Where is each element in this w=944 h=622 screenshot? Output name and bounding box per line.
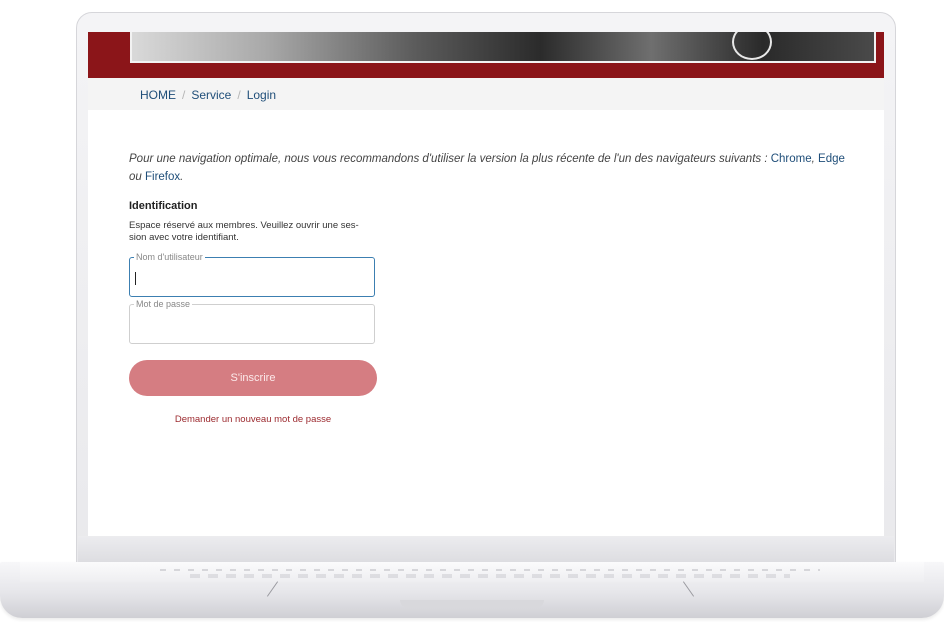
identification-title: Identification xyxy=(129,200,198,212)
header-banner xyxy=(88,32,884,78)
username-label: Nom d'utilisateur xyxy=(134,252,205,263)
breadcrumb: HOME / Service / Login xyxy=(140,88,276,102)
notice-period: . xyxy=(180,171,184,183)
laptop-bezel xyxy=(78,536,894,564)
breadcrumb-current: Login xyxy=(246,88,277,102)
breadcrumb-service-link[interactable]: Service xyxy=(191,88,231,102)
notice-or: ou xyxy=(129,171,145,183)
password-field[interactable]: Mot de passe xyxy=(129,299,375,344)
text-caret xyxy=(135,272,136,285)
breadcrumb-home-link[interactable]: HOME xyxy=(140,88,176,102)
notice-text: Pour une navigation optimale, nous vous … xyxy=(129,153,771,165)
chrome-link[interactable]: Chrome xyxy=(771,153,812,165)
browser-screen: HOME / Service / Login Pour une navigation o… xyxy=(88,32,884,536)
breadcrumb-separator: / xyxy=(237,88,241,102)
firefox-link[interactable]: Firefox xyxy=(145,171,180,183)
keyboard-keys-row xyxy=(190,574,790,578)
forgot-password-link[interactable]: Demander un nouveau mot de passe xyxy=(129,414,377,425)
laptop-notch xyxy=(400,600,544,608)
breadcrumb-separator: / xyxy=(182,88,186,102)
identification-description: Espace réservé aux membres. Veuillez ouv… xyxy=(129,220,359,243)
header-photo xyxy=(130,32,876,63)
password-input[interactable] xyxy=(136,317,366,335)
username-field[interactable]: Nom d'utilisateur xyxy=(129,252,375,297)
breadcrumb-bar: HOME / Service / Login xyxy=(88,78,884,110)
emblem-logo xyxy=(732,32,772,60)
edge-link[interactable]: Edge xyxy=(818,153,845,165)
username-input[interactable] xyxy=(136,270,366,288)
submit-button[interactable]: S'inscrire xyxy=(129,360,377,396)
browser-recommendation: Pour une navigation optimale, nous vous … xyxy=(129,150,859,186)
password-label: Mot de passe xyxy=(134,299,193,310)
